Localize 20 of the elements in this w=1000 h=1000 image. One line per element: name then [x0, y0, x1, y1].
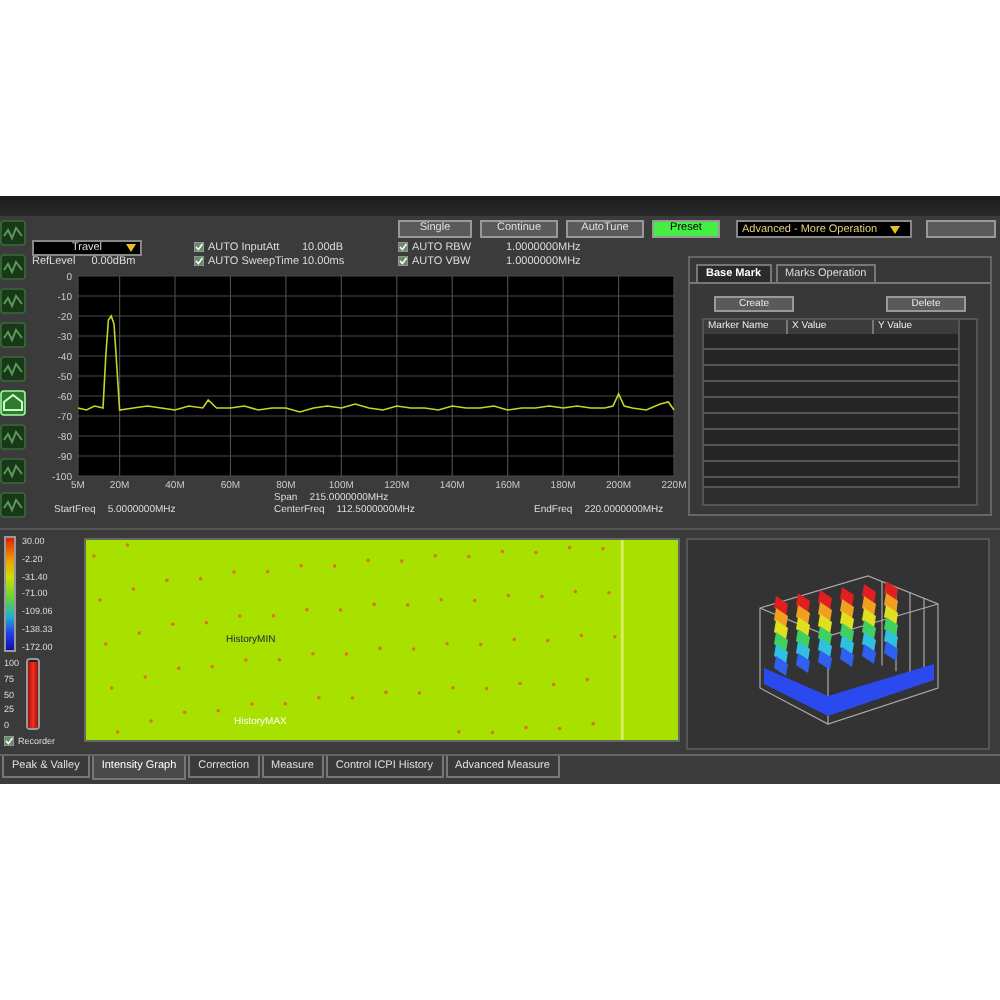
buffer-meter — [25, 658, 40, 730]
caret-icon — [889, 225, 900, 233]
tool-icon[interactable] — [0, 322, 26, 348]
checkbox[interactable] — [4, 736, 14, 746]
vertical-scrollbar[interactable] — [958, 320, 976, 488]
tool-icon[interactable] — [0, 424, 26, 450]
checkbox[interactable] — [194, 256, 204, 266]
caret-icon — [126, 244, 136, 252]
tool-icon[interactable] — [0, 288, 26, 314]
checkbox[interactable] — [398, 242, 408, 252]
color-scale-bar — [4, 536, 16, 652]
checkbox[interactable] — [194, 242, 204, 252]
tool-icon[interactable] — [0, 458, 26, 484]
tool-icon[interactable] — [0, 254, 26, 280]
toolbar-button[interactable] — [926, 220, 996, 238]
tool-icon[interactable] — [0, 356, 26, 382]
tool-icon[interactable] — [0, 220, 26, 246]
horizontal-scrollbar[interactable] — [704, 486, 976, 504]
checkbox[interactable] — [398, 256, 408, 266]
tool-icon[interactable] — [0, 492, 26, 518]
